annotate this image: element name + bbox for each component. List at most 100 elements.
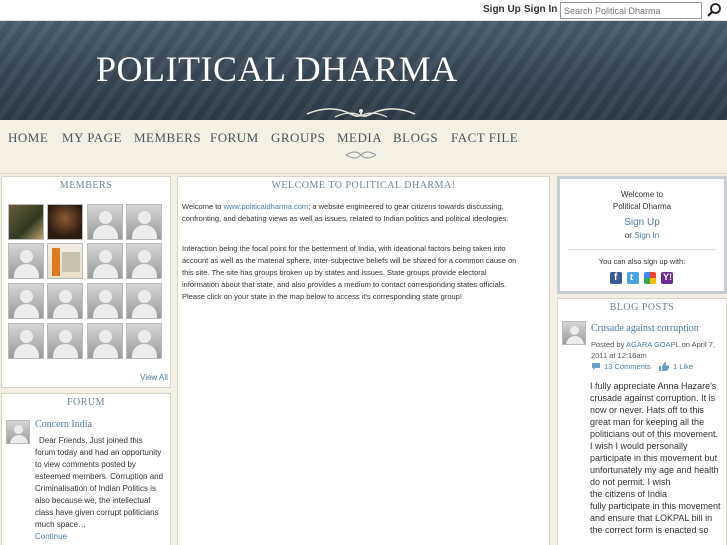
signup-also-text: You can also sign up with: [598,257,686,266]
main-nav: HOME MY PAGE MEMBERS FORUM GROUPS MEDIA … [0,120,727,174]
blog-body-line: great man for keeping all the [590,417,705,427]
welcome-para-line: account as well as the material sphere, … [182,256,517,265]
forum-continue-link[interactable]: Continue [35,531,171,543]
twitter-icon[interactable]: t [627,272,639,284]
forum-excerpt-line: forum today and had an opportunity [35,448,162,457]
blog-date: on April 7, [681,340,715,349]
forum-author-avatar[interactable] [6,420,30,444]
blog-comments-link[interactable]: 13 Comments [604,362,651,371]
ornament-flourish-icon [306,107,416,118]
blog-date-time: 2011 at 12:16am [591,351,647,360]
member-avatar[interactable] [126,204,162,240]
blog-post-body: I fully appreciate Anna Hazare's crusade… [590,380,726,536]
welcome-para-line: Interaction being the focal point for th… [182,244,506,253]
member-avatar[interactable] [87,204,123,240]
forum-title: FORUM [66,397,106,408]
welcome-prefix: Welcome to [182,202,222,211]
yahoo-icon[interactable]: Y! [661,272,673,284]
signup-or-line: or Sign In [560,231,724,240]
blog-posts-title: BLOG POSTS [609,302,675,313]
blog-body-line: crusade against corruption. It is [590,393,716,403]
forum-excerpt-line: Dear Friends, Just joined this [39,436,143,445]
blog-body-line: fully participate in this movement [590,501,721,511]
member-avatar[interactable] [126,243,162,279]
nav-members[interactable]: MEMBERS [134,130,201,146]
welcome-intro-line: confronting, and debating views as well … [182,214,509,223]
blog-posted-by: Posted by [591,340,625,349]
site-title[interactable]: POLITICAL DHARMA [96,48,458,90]
blog-body-line: I wish I would personally [590,441,688,451]
blog-author-link[interactable]: AGARA GOAPL [626,340,680,349]
member-avatar[interactable] [8,283,44,319]
member-avatar[interactable] [126,283,162,319]
sign-up-link[interactable]: Sign Up [483,4,521,15]
signup-welcome: Welcome to Political Dharma [560,189,724,213]
nav-home[interactable]: HOME [8,130,48,146]
members-view-all-link[interactable]: View All [140,373,168,382]
comment-icon [592,363,600,370]
member-avatar[interactable] [8,323,44,359]
welcome-intro-rest: ; a website engineered to gear citizens … [308,202,504,211]
blog-like-link[interactable]: 1 Like [673,362,693,371]
welcome-para-line: this site. The site has groups broken up… [182,268,487,277]
forum-post-title[interactable]: Concern India [35,419,92,430]
member-avatar[interactable] [8,243,44,279]
sign-in-link[interactable]: Sign In [524,4,557,15]
member-avatar[interactable] [126,323,162,359]
blog-post-title[interactable]: Crusade against corruption [591,323,699,334]
blog-body-line: the correct form is enacted so [590,525,709,535]
top-bar: Sign Up Sign In [0,0,727,21]
welcome-para-line: information about that state, and also p… [182,280,507,289]
member-avatar[interactable] [87,243,123,279]
signup-box: Welcome to Political Dharma Sign Up or S… [557,176,727,294]
nav-fact-file[interactable]: FACT FILE [451,130,518,146]
forum-excerpt-line: also because we, the intellectual [35,496,151,505]
blog-body-line: unfortunately my age and health [590,465,719,475]
nav-groups[interactable]: GROUPS [271,130,325,146]
thumbs-up-icon[interactable] [658,361,670,372]
welcome-paragraph: Interaction being the focal point for th… [182,243,548,303]
member-avatar[interactable] [47,283,83,319]
site-url-link[interactable]: www.politicaldharma.com [224,202,309,211]
member-avatar[interactable] [47,323,83,359]
signup-or-text: or [624,231,632,240]
blog-body-line: I fully appreciate Anna Hazare's [590,381,717,391]
signup-divider [568,249,716,250]
facebook-icon[interactable]: f [610,272,622,284]
nav-ornament-icon [345,151,377,159]
magnifier-icon[interactable] [706,2,722,18]
blog-body-line: now or never. Hats off to this [590,405,704,415]
members-title: MEMBERS [59,180,113,191]
forum-excerpt-line: class have given corrupt politicians [35,508,159,517]
members-panel: MEMBERS View All [1,176,171,388]
nav-forum[interactable]: FORUM [210,130,259,146]
signup-welcome-line: Welcome to [620,190,664,199]
nav-blogs[interactable]: BLOGS [393,130,438,146]
signup-box-sign-up-link[interactable]: Sign Up [560,217,724,228]
welcome-panel: WELCOME TO POLITICAL DHARMA! Welcome to … [177,176,550,545]
welcome-para-line: Please click on your state in the map be… [182,292,462,301]
forum-post-excerpt: Dear Friends, Just joined this forum tod… [35,435,171,543]
forum-excerpt-line: to view comments posted by [35,460,136,469]
member-avatar[interactable] [47,204,83,240]
signup-welcome-line: Political Dharma [612,202,672,211]
member-avatar[interactable] [8,204,44,240]
google-icon[interactable] [644,272,656,284]
member-avatar[interactable] [47,243,83,279]
blog-body-line: participate in this movement but [590,453,718,463]
site-header: POLITICAL DHARMA [0,21,727,120]
signup-box-sign-in-link[interactable]: Sign In [634,231,659,240]
member-avatar[interactable] [87,283,123,319]
welcome-intro-line: Welcome to www.politicaldharma.com; a we… [182,201,548,213]
forum-panel: FORUM Concern India Dear Friends, Just j… [1,393,171,545]
blog-post-meta: Posted by AGARA GOAPL on April 7, 2011 a… [591,339,727,361]
search-input[interactable] [560,2,702,19]
blog-author-avatar[interactable] [562,321,586,345]
member-avatar[interactable] [87,323,123,359]
forum-excerpt-line: Criminalisation of Indian Politics is [35,484,156,493]
forum-excerpt-line: much space… [35,520,87,529]
blog-body-line: the citizens of India [590,489,668,499]
forum-excerpt-line: esteemed members. Corruption and [35,472,164,481]
nav-media[interactable]: MEDIA [337,130,382,146]
nav-my-page[interactable]: MY PAGE [62,130,122,146]
